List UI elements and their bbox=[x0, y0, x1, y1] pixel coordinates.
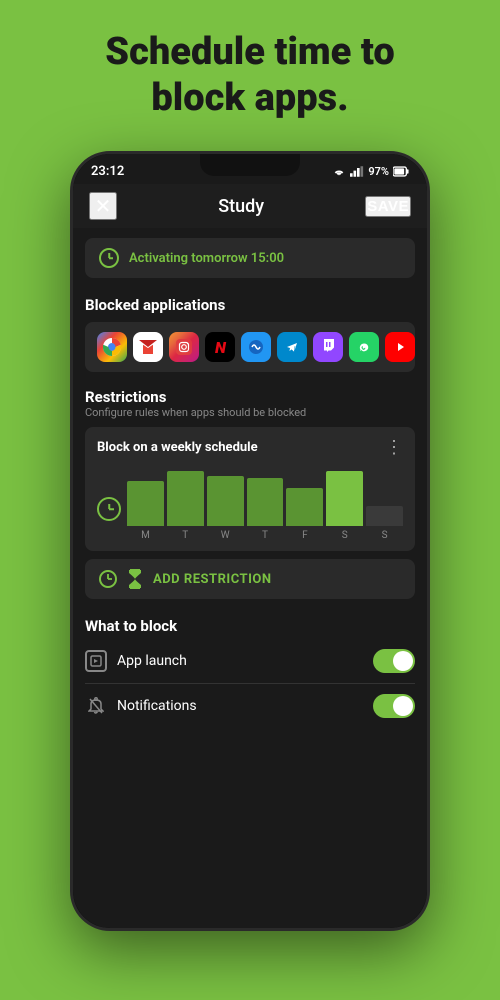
notifications-toggle[interactable] bbox=[373, 694, 415, 718]
activation-banner: Activating tomorrow 15:00 bbox=[85, 238, 415, 278]
chart-label-f4: F bbox=[286, 530, 323, 541]
blocked-apps-header: Blocked applications bbox=[73, 288, 427, 318]
page-title: Schedule time to block apps. bbox=[0, 0, 500, 141]
app-launch-icon bbox=[85, 650, 107, 672]
app-icon-chrome[interactable] bbox=[97, 332, 127, 362]
app-icon-netflix[interactable]: N bbox=[205, 332, 235, 362]
chart-label-w2: W bbox=[207, 530, 244, 541]
apps-list[interactable]: N bbox=[85, 322, 415, 372]
notifications-item: Notifications bbox=[73, 684, 427, 728]
chart-day-labels: MTWTFSS bbox=[127, 530, 403, 541]
battery-text: 97% bbox=[368, 165, 389, 178]
signal-icon bbox=[350, 166, 364, 177]
app-launch-toggle[interactable] bbox=[373, 649, 415, 673]
weekly-chart: MTWTFSS bbox=[97, 466, 403, 541]
app-icon-relay[interactable] bbox=[241, 332, 271, 362]
chart-bar-group-s5 bbox=[326, 471, 363, 526]
chart-bars bbox=[127, 466, 403, 526]
phone-screen: 23:12 bbox=[73, 154, 427, 928]
app-icon-twitch[interactable] bbox=[313, 332, 343, 362]
app-icon-telegram[interactable] bbox=[277, 332, 307, 362]
add-restriction-hourglass-icon bbox=[127, 569, 143, 589]
page-background: Schedule time to block apps. 23:12 bbox=[0, 0, 500, 1000]
blocked-apps-title: Blocked applications bbox=[85, 296, 415, 314]
chart-bar-group-m0 bbox=[127, 481, 164, 526]
app-launch-item: App launch bbox=[73, 639, 427, 683]
app-icon-youtube[interactable] bbox=[385, 332, 415, 362]
add-restriction-clock-icon bbox=[99, 570, 117, 588]
what-to-block-header: What to block bbox=[73, 609, 427, 639]
close-button[interactable]: ✕ bbox=[89, 192, 117, 220]
chart-label-s5: S bbox=[326, 530, 363, 541]
chart-bar-group-s6 bbox=[366, 506, 403, 526]
restrictions-subtitle: Configure rules when apps should be bloc… bbox=[85, 406, 415, 419]
screen-title: Study bbox=[218, 196, 264, 217]
phone-frame: 23:12 bbox=[70, 151, 430, 931]
activation-text: Activating tomorrow 15:00 bbox=[129, 251, 284, 266]
top-bar: ✕ Study SAVE bbox=[73, 184, 427, 228]
app-icon-gmail[interactable] bbox=[133, 332, 163, 362]
restrictions-section-header: Restrictions Configure rules when apps s… bbox=[73, 380, 427, 423]
chart-label-m0: M bbox=[127, 530, 164, 541]
chart-bar-group-f4 bbox=[286, 488, 323, 526]
notifications-icon bbox=[85, 695, 107, 717]
save-button[interactable]: SAVE bbox=[365, 196, 411, 217]
restrictions-title: Restrictions bbox=[85, 388, 415, 406]
restrictions-box: Block on a weekly schedule ⋮ MTWTFSS bbox=[85, 427, 415, 551]
battery-icon bbox=[393, 166, 409, 177]
app-launch-label: App launch bbox=[117, 653, 363, 669]
apps-more-button[interactable]: ⋮ bbox=[421, 337, 427, 358]
chart-label-s6: S bbox=[366, 530, 403, 541]
what-to-block-title: What to block bbox=[85, 617, 415, 635]
restrictions-more-button[interactable]: ⋮ bbox=[385, 437, 403, 458]
chart-bars-wrapper: MTWTFSS bbox=[127, 466, 403, 541]
notifications-label: Notifications bbox=[117, 698, 363, 714]
chart-bar-group-t1 bbox=[167, 471, 204, 526]
phone-notch bbox=[200, 154, 300, 176]
chart-label-t3: T bbox=[247, 530, 284, 541]
status-time: 23:12 bbox=[91, 164, 124, 179]
activation-clock-icon bbox=[99, 248, 119, 268]
app-icon-instagram[interactable] bbox=[169, 332, 199, 362]
app-icon-whatsapp[interactable] bbox=[349, 332, 379, 362]
status-icons: 97% bbox=[332, 165, 409, 178]
chart-clock-icon bbox=[97, 497, 121, 521]
chart-bar-group-t3 bbox=[247, 478, 284, 526]
add-restriction-label: ADD RESTRICTION bbox=[153, 572, 272, 587]
chart-label-t1: T bbox=[167, 530, 204, 541]
wifi-icon bbox=[332, 166, 346, 177]
chart-bar-group-w2 bbox=[207, 476, 244, 526]
weekly-schedule-title: Block on a weekly schedule bbox=[97, 440, 258, 455]
add-restriction-row[interactable]: ADD RESTRICTION bbox=[85, 559, 415, 599]
